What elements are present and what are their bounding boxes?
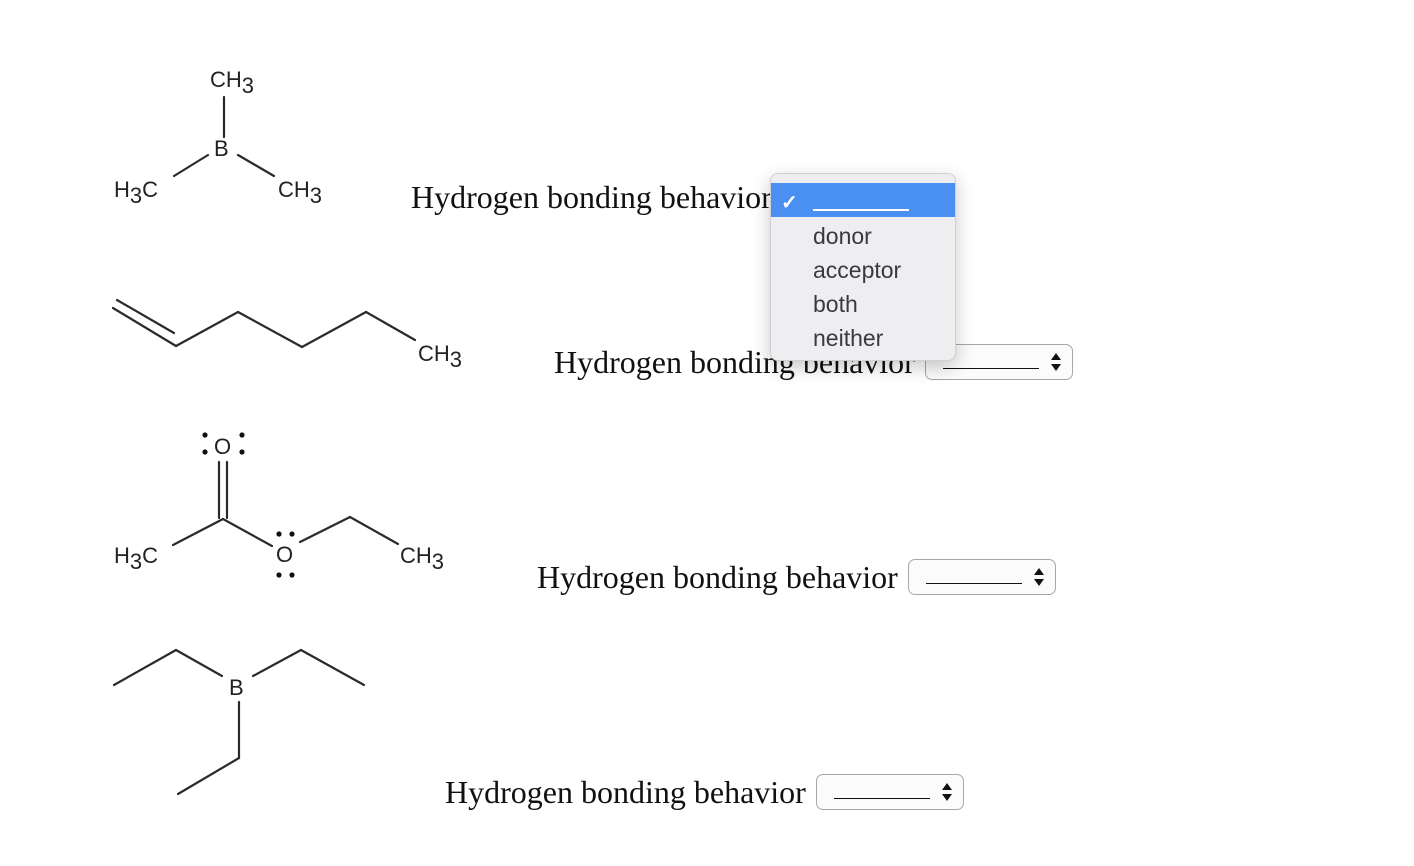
atom-label: CH3: [210, 67, 254, 98]
select-value: ______: [833, 784, 930, 799]
atom-label: CH3: [400, 543, 444, 574]
dropdown-option-acceptor[interactable]: acceptor: [771, 251, 955, 285]
dropdown-option-blank[interactable]: ✓: [771, 183, 955, 217]
lone-pair-dot: [289, 531, 295, 537]
question-label: Hydrogen bonding behavior: [411, 179, 772, 215]
atom-label-ester-oxygen: O: [276, 542, 293, 567]
option-label: donor: [813, 223, 872, 249]
bond: [112, 648, 178, 687]
trimethylborane-structure: CH3 B H3C CH3: [114, 67, 322, 208]
option-label: acceptor: [813, 257, 902, 283]
lone-pair-dot: [239, 449, 245, 455]
atom-label: CH3: [418, 341, 462, 372]
updown-arrows-icon: [1033, 568, 1044, 586]
select-value: ______: [925, 569, 1022, 584]
hbond-select-4[interactable]: ______: [815, 774, 964, 810]
bond: [176, 756, 241, 796]
bond: [174, 310, 240, 348]
hbond-dropdown-menu: ✓ donor acceptor both neither: [770, 173, 956, 361]
bond: [298, 515, 352, 544]
dropdown-option-neither[interactable]: neither: [771, 319, 955, 353]
triethylborane-structure: B: [112, 648, 366, 796]
atom-label: H3C: [114, 177, 158, 208]
molecule-ethyl-acetate: O O H3C CH3: [100, 420, 480, 590]
bond: [174, 648, 224, 678]
question-label: Hydrogen bonding behavior: [537, 559, 898, 595]
ethyl-acetate-structure: O O H3C CH3: [114, 432, 444, 578]
molecule-hexene: CH3: [100, 295, 500, 385]
lone-pair-dot: [239, 432, 245, 438]
hexene-structure: CH3: [111, 298, 462, 372]
updown-arrows-icon: [941, 783, 952, 801]
molecule-trimethylborane: CH3 B H3C CH3: [100, 55, 360, 215]
atom-label: CH3: [278, 177, 322, 208]
updown-arrows-icon: [1050, 353, 1061, 371]
checkmark-icon: ✓: [781, 192, 798, 214]
bond: [364, 310, 417, 342]
select-value: ______: [942, 354, 1039, 369]
bond: [171, 517, 225, 547]
bond: [172, 153, 210, 178]
lone-pair-dot: [289, 572, 295, 578]
lone-pair-dot: [202, 449, 208, 455]
bond: [111, 306, 178, 348]
bond: [299, 648, 366, 687]
bond: [251, 648, 303, 678]
question-row: Hydrogen bonding behavior ______: [445, 773, 964, 811]
atom-label: H3C: [114, 543, 158, 574]
atom-label-boron: B: [214, 136, 229, 161]
lone-pair-dot: [202, 432, 208, 438]
option-label: both: [813, 291, 858, 317]
molecule-triethylborane: B: [100, 630, 380, 810]
lone-pair-dot: [276, 531, 282, 537]
bond: [236, 310, 304, 349]
atom-label-carbonyl-oxygen: O: [214, 434, 231, 459]
bond: [348, 515, 400, 546]
option-label: neither: [813, 325, 884, 351]
lone-pair-dot: [276, 572, 282, 578]
bond: [300, 310, 368, 349]
atom-label-boron: B: [229, 675, 244, 700]
bond: [236, 153, 276, 178]
question-row: Hydrogen bonding behavior ______: [537, 558, 1056, 596]
blank-option-line: [813, 209, 909, 211]
dropdown-option-donor[interactable]: donor: [771, 217, 955, 251]
bond: [221, 517, 274, 548]
hbond-select-3[interactable]: ______: [907, 559, 1056, 595]
question-label: Hydrogen bonding behavior: [445, 774, 806, 810]
dropdown-option-both[interactable]: both: [771, 285, 955, 319]
